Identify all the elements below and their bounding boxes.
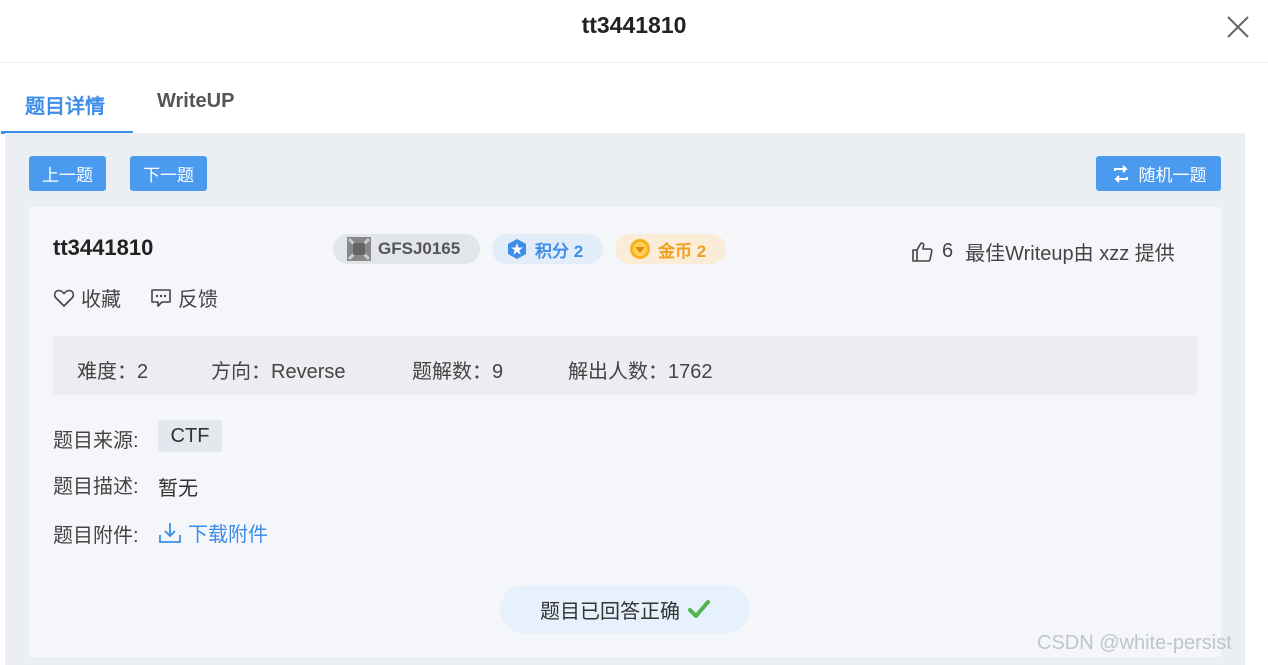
heart-icon — [53, 287, 75, 309]
prev-question-button[interactable]: 上一题 — [29, 156, 106, 191]
message-icon — [150, 287, 172, 309]
tab-details[interactable]: 题目详情 — [25, 90, 105, 119]
download-attachment-label: 下载附件 — [188, 524, 268, 546]
question-thumbnail-icon — [347, 237, 371, 261]
dialog-title: tt3441810 — [581, 12, 687, 38]
best-writeup-text: 最佳Writeup由 xzz 提供 — [965, 243, 1175, 265]
favorite-button[interactable]: 收藏 — [53, 283, 121, 312]
likes-section: 6 最佳Writeup由 xzz 提供 — [911, 237, 1175, 266]
download-attachment-link[interactable]: 下载附件 — [158, 518, 268, 547]
coin-value: 金币 2 — [658, 241, 707, 261]
difficulty-stat: 难度：2 — [77, 361, 149, 383]
attachment-label: 题目附件: — [53, 525, 139, 547]
source-label: 题目来源: — [53, 430, 139, 452]
next-question-button[interactable]: 下一题 — [130, 156, 207, 191]
question-code-badge: GFSJ0165 — [333, 234, 480, 264]
tab-bar: 题目详情 WriteUP — [0, 63, 1268, 134]
coin-icon — [629, 238, 651, 260]
score-value: 积分 2 — [535, 241, 584, 261]
question-code: GFSJ0165 — [378, 239, 461, 258]
thumbs-up-icon[interactable] — [911, 241, 933, 263]
star-hexagon-icon — [506, 238, 528, 260]
answered-status-text: 题目已回答正确 — [540, 600, 680, 623]
watermark: CSDN @white-persist — [1037, 632, 1232, 654]
download-icon — [158, 521, 182, 545]
solvers-stat: 解出人数：1762 — [568, 361, 713, 383]
favorite-label: 收藏 — [81, 289, 121, 311]
direction-stat: 方向：Reverse — [211, 361, 346, 383]
solutions-stat: 题解数：9 — [412, 361, 504, 383]
close-icon[interactable] — [1226, 15, 1250, 39]
feedback-label: 反馈 — [178, 289, 218, 311]
random-question-label: 随机一题 — [1138, 166, 1207, 185]
source-tag: CTF — [158, 420, 222, 452]
answered-status: 题目已回答正确 — [500, 585, 750, 633]
dialog-header: tt3441810 — [0, 0, 1268, 63]
score-badge: 积分 2 — [492, 234, 603, 264]
description-value: 暂无 — [158, 478, 198, 500]
question-title: tt3441810 — [53, 235, 154, 260]
tab-writeup[interactable]: WriteUP — [157, 90, 234, 113]
random-question-button[interactable]: 随机一题 — [1096, 156, 1221, 191]
coin-badge: 金币 2 — [615, 234, 726, 264]
feedback-button[interactable]: 反馈 — [150, 283, 218, 312]
check-icon — [688, 598, 710, 620]
likes-count: 6 — [942, 240, 954, 262]
shuffle-icon — [1111, 164, 1131, 184]
description-label: 题目描述: — [53, 476, 139, 498]
